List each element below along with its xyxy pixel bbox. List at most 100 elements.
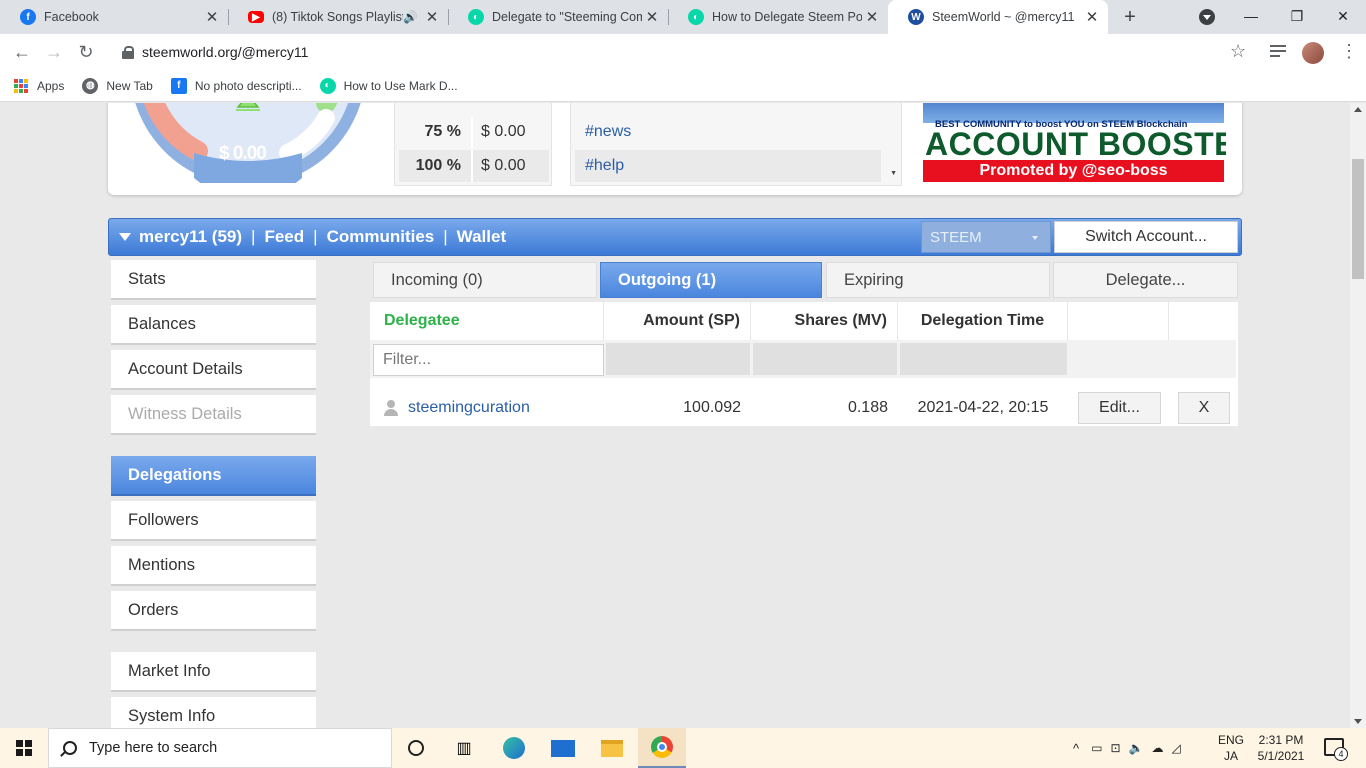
sidebar-item-balances[interactable]: Balances xyxy=(111,305,316,345)
tab-outgoing[interactable]: Outgoing (1) xyxy=(600,262,822,298)
sidebar-item-account-details[interactable]: Account Details xyxy=(111,350,316,390)
scroll-down-icon[interactable] xyxy=(1354,719,1362,724)
tab-steemworld[interactable]: W SteemWorld ~ @mercy11 ✕ xyxy=(888,0,1108,34)
cortana-icon[interactable] xyxy=(404,736,428,760)
bookmark-how-to-use-mark[interactable]: ◐ How to Use Mark D... xyxy=(319,77,458,94)
communities-link[interactable]: Communities xyxy=(327,227,435,247)
sidebar-item-system-info[interactable]: System Info xyxy=(111,697,316,728)
language-top: ENG xyxy=(1218,733,1245,747)
menu-kebab-icon[interactable]: ⋮ xyxy=(1340,42,1358,60)
ad-promo: Promoted by @seo-boss xyxy=(923,160,1224,182)
bookmark-new-tab[interactable]: ◍ New Tab xyxy=(82,77,153,94)
tab-incoming[interactable]: Incoming (0) xyxy=(373,262,597,298)
bookmark-apps[interactable]: Apps xyxy=(14,78,64,93)
tab-facebook[interactable]: f Facebook ✕ xyxy=(0,0,228,34)
meet-now-icon[interactable]: ⊡ xyxy=(1110,741,1120,755)
globe-icon: ◍ xyxy=(82,77,99,94)
reload-button[interactable]: ↻ xyxy=(74,40,98,64)
search-icon xyxy=(63,741,77,755)
gauge-value-label: $ 0.00 xyxy=(219,143,267,164)
scrollbar-thumb[interactable] xyxy=(1352,159,1364,279)
file-explorer-icon[interactable] xyxy=(600,736,624,760)
onedrive-icon[interactable]: ☁ xyxy=(1151,741,1163,755)
sidebar-item-delegations[interactable]: Delegations xyxy=(111,456,316,496)
table-row: steemingcuration 100.092 0.188 2021-04-2… xyxy=(370,390,1236,426)
language-indicator[interactable]: ENG JA xyxy=(1218,732,1244,764)
page-scrollbar[interactable] xyxy=(1350,103,1366,728)
close-icon[interactable]: ✕ xyxy=(202,8,222,26)
battery-icon[interactable]: ▭ xyxy=(1091,741,1102,755)
tab-delegate-steeming[interactable]: ◐ Delegate to "Steeming Comm ✕ xyxy=(448,0,668,34)
forward-button[interactable]: → xyxy=(42,40,66,64)
bookmark-star-icon[interactable]: ☆ xyxy=(1230,42,1246,60)
remove-delegation-button[interactable]: X xyxy=(1178,392,1230,424)
minimize-button[interactable]: — xyxy=(1228,0,1274,34)
switch-account-button[interactable]: Switch Account... xyxy=(1054,221,1238,253)
column-header-delegatee[interactable]: Delegatee xyxy=(370,302,604,340)
volume-icon[interactable]: 🔈 xyxy=(1129,741,1144,755)
tab-expiring[interactable]: Expiring xyxy=(826,262,1050,298)
column-header-amount[interactable]: Amount (SP) xyxy=(604,302,751,340)
youtube-icon: ▶ xyxy=(248,11,264,23)
sidebar-item-stats[interactable]: Stats xyxy=(111,260,316,300)
delegate-button[interactable]: Delegate... xyxy=(1053,262,1238,298)
caret-down-icon[interactable] xyxy=(119,233,131,241)
tab-search-icon[interactable] xyxy=(1199,9,1215,25)
new-tab-button[interactable]: + xyxy=(1119,6,1141,28)
account-navbar: mercy11 (59) | Feed | Communities | Wall… xyxy=(108,218,1242,256)
column-header-delegation-time[interactable]: Delegation Time xyxy=(898,302,1068,340)
mail-icon[interactable] xyxy=(551,736,575,760)
bookmark-label: How to Use Mark D... xyxy=(343,78,458,93)
sidebar-item-market-info[interactable]: Market Info xyxy=(111,652,316,692)
back-button[interactable]: ← xyxy=(10,40,34,64)
feed-link[interactable]: Feed xyxy=(264,227,304,247)
tab-youtube[interactable]: ▶ (8) Tiktok Songs Playlist L 🔊 ✕ xyxy=(228,0,448,34)
sidebar-item-followers[interactable]: Followers xyxy=(111,501,316,541)
wifi-icon[interactable]: ◿ xyxy=(1171,741,1180,755)
ad-title: ACCOUNT BOOSTER xyxy=(925,126,1226,162)
vote-percent: 100 % xyxy=(415,157,461,174)
chevron-up-icon[interactable]: ^ xyxy=(1073,741,1079,756)
tab-how-to-delegate[interactable]: ◐ How to Delegate Steem Powe ✕ xyxy=(668,0,888,34)
apps-icon xyxy=(14,78,28,93)
clock-time: 2:31 PM xyxy=(1258,733,1304,747)
account-name-link[interactable]: mercy11 (59) xyxy=(139,227,242,247)
edge-icon[interactable] xyxy=(502,736,526,760)
filter-input[interactable]: Filter... xyxy=(373,344,604,376)
sidebar-item-orders[interactable]: Orders xyxy=(111,591,316,631)
currency-select[interactable]: STEEM xyxy=(921,221,1051,253)
close-icon[interactable]: ✕ xyxy=(642,8,662,26)
account-booster-ad[interactable]: BEST COMMUNITY to boost YOU on STEEM Blo… xyxy=(921,103,1226,186)
sidebar-item-witness-details[interactable]: Witness Details xyxy=(111,395,316,435)
bookmark-label: No photo descripti... xyxy=(194,78,302,93)
tab-title: SteemWorld ~ @mercy11 xyxy=(932,10,1075,24)
tag-item-news[interactable]: #news xyxy=(575,116,881,148)
taskbar-search-box[interactable]: Type here to search xyxy=(48,728,392,768)
sidebar-item-mentions[interactable]: Mentions xyxy=(111,546,316,586)
wallet-link[interactable]: Wallet xyxy=(457,227,506,247)
bookmark-facebook-photo[interactable]: f No photo descripti... xyxy=(170,77,302,94)
scroll-down-icon[interactable]: ▼ xyxy=(890,170,897,177)
close-icon[interactable]: ✕ xyxy=(1082,8,1102,26)
task-view-icon[interactable]: ▥ xyxy=(452,736,476,760)
taskbar-clock[interactable]: 2:31 PM 5/1/2021 xyxy=(1248,732,1314,764)
chrome-taskbar-button[interactable] xyxy=(638,728,686,768)
close-window-button[interactable]: ✕ xyxy=(1320,0,1366,34)
close-icon[interactable]: ✕ xyxy=(862,8,882,26)
close-icon[interactable]: ✕ xyxy=(422,8,442,26)
tag-item-help[interactable]: #help xyxy=(575,150,881,182)
windows-taskbar: Type here to search ▥ ^ ▭ ⊡ 🔈 ☁ ◿ ENG JA… xyxy=(0,728,1366,768)
restore-button[interactable]: ❐ xyxy=(1274,0,1320,34)
speaker-icon[interactable]: 🔊 xyxy=(403,10,418,24)
delegatee-link[interactable]: steemingcuration xyxy=(408,399,530,417)
reading-list-icon[interactable] xyxy=(1270,45,1286,59)
profile-avatar[interactable] xyxy=(1302,42,1324,64)
lock-icon[interactable] xyxy=(122,46,134,59)
top-info-card: $ 0.00 75 % $ 0.00 100 % $ 0.00 #news #h… xyxy=(108,103,1242,195)
column-header-shares[interactable]: Shares (MV) xyxy=(751,302,898,340)
scroll-up-icon[interactable] xyxy=(1354,107,1362,112)
address-bar[interactable]: steemworld.org/@mercy11 xyxy=(108,38,1260,66)
vote-row: 75 % $ 0.00 xyxy=(399,116,549,148)
windows-start-icon[interactable] xyxy=(16,740,32,756)
edit-delegation-button[interactable]: Edit... xyxy=(1078,392,1161,424)
